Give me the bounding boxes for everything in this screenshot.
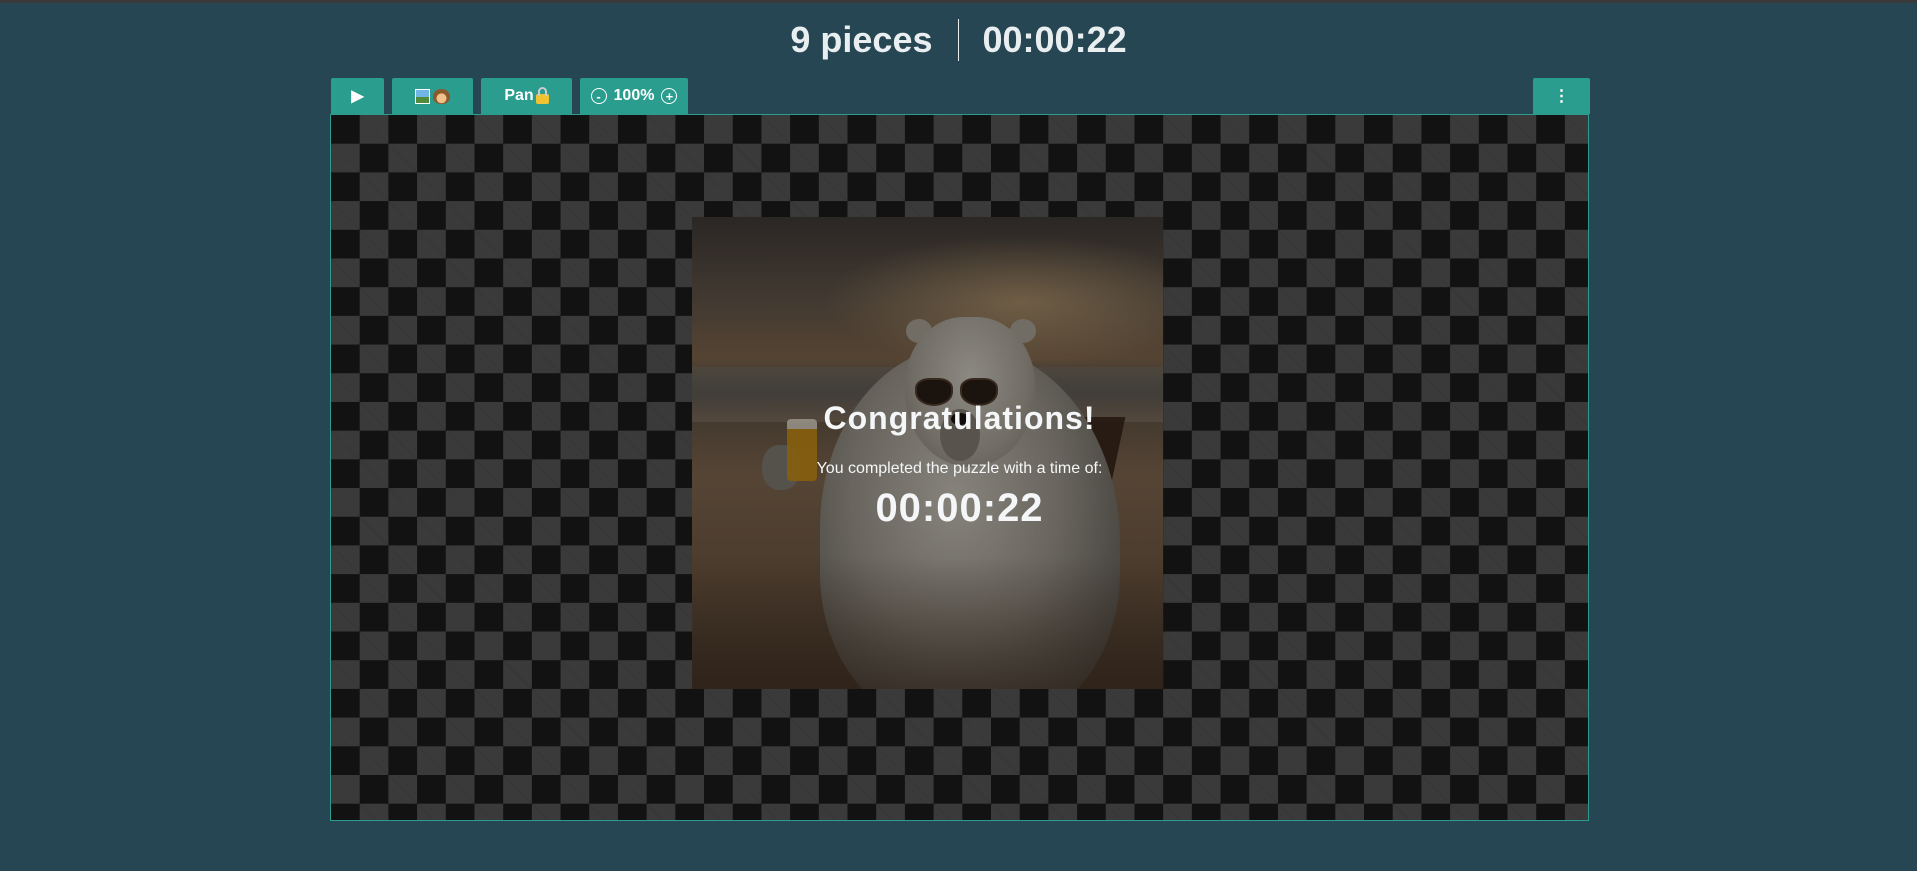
pan-lock-button[interactable]: Pan xyxy=(481,78,572,114)
lock-icon xyxy=(535,86,549,104)
top-edge-line xyxy=(0,0,1917,3)
zoom-out-icon[interactable]: - xyxy=(590,88,607,104)
elapsed-timer: 00:00:22 xyxy=(982,19,1127,60)
status-header: 9 pieces 00:00:22 xyxy=(0,14,1917,66)
board-edge-line xyxy=(1588,265,1589,820)
play-icon: ▶ xyxy=(351,88,364,105)
play-button[interactable]: ▶ xyxy=(331,78,384,114)
zoom-level: 100% xyxy=(613,87,655,104)
completed-puzzle-image xyxy=(692,217,1163,689)
image-dim-overlay xyxy=(692,217,1163,689)
final-time: 00:00:22 xyxy=(875,486,1044,530)
congratulations-title: Congratulations! xyxy=(823,400,1096,436)
picture-icon xyxy=(415,88,430,104)
completion-text: You completed the puzzle with a time of: xyxy=(816,460,1103,477)
zoom-control: - 100% + xyxy=(580,78,688,114)
pan-label: Pan xyxy=(504,87,534,104)
zoom-in-icon[interactable]: + xyxy=(661,88,678,104)
puzzle-toolbar: ▶ Pan - 100% + ⋮ xyxy=(331,78,1590,114)
kebab-menu-icon: ⋮ xyxy=(1553,88,1570,105)
preview-toggle-button[interactable] xyxy=(392,78,473,114)
more-menu-button[interactable]: ⋮ xyxy=(1533,78,1590,114)
pieces-count: 9 pieces xyxy=(790,19,933,60)
see-no-evil-monkey-icon xyxy=(433,88,450,104)
